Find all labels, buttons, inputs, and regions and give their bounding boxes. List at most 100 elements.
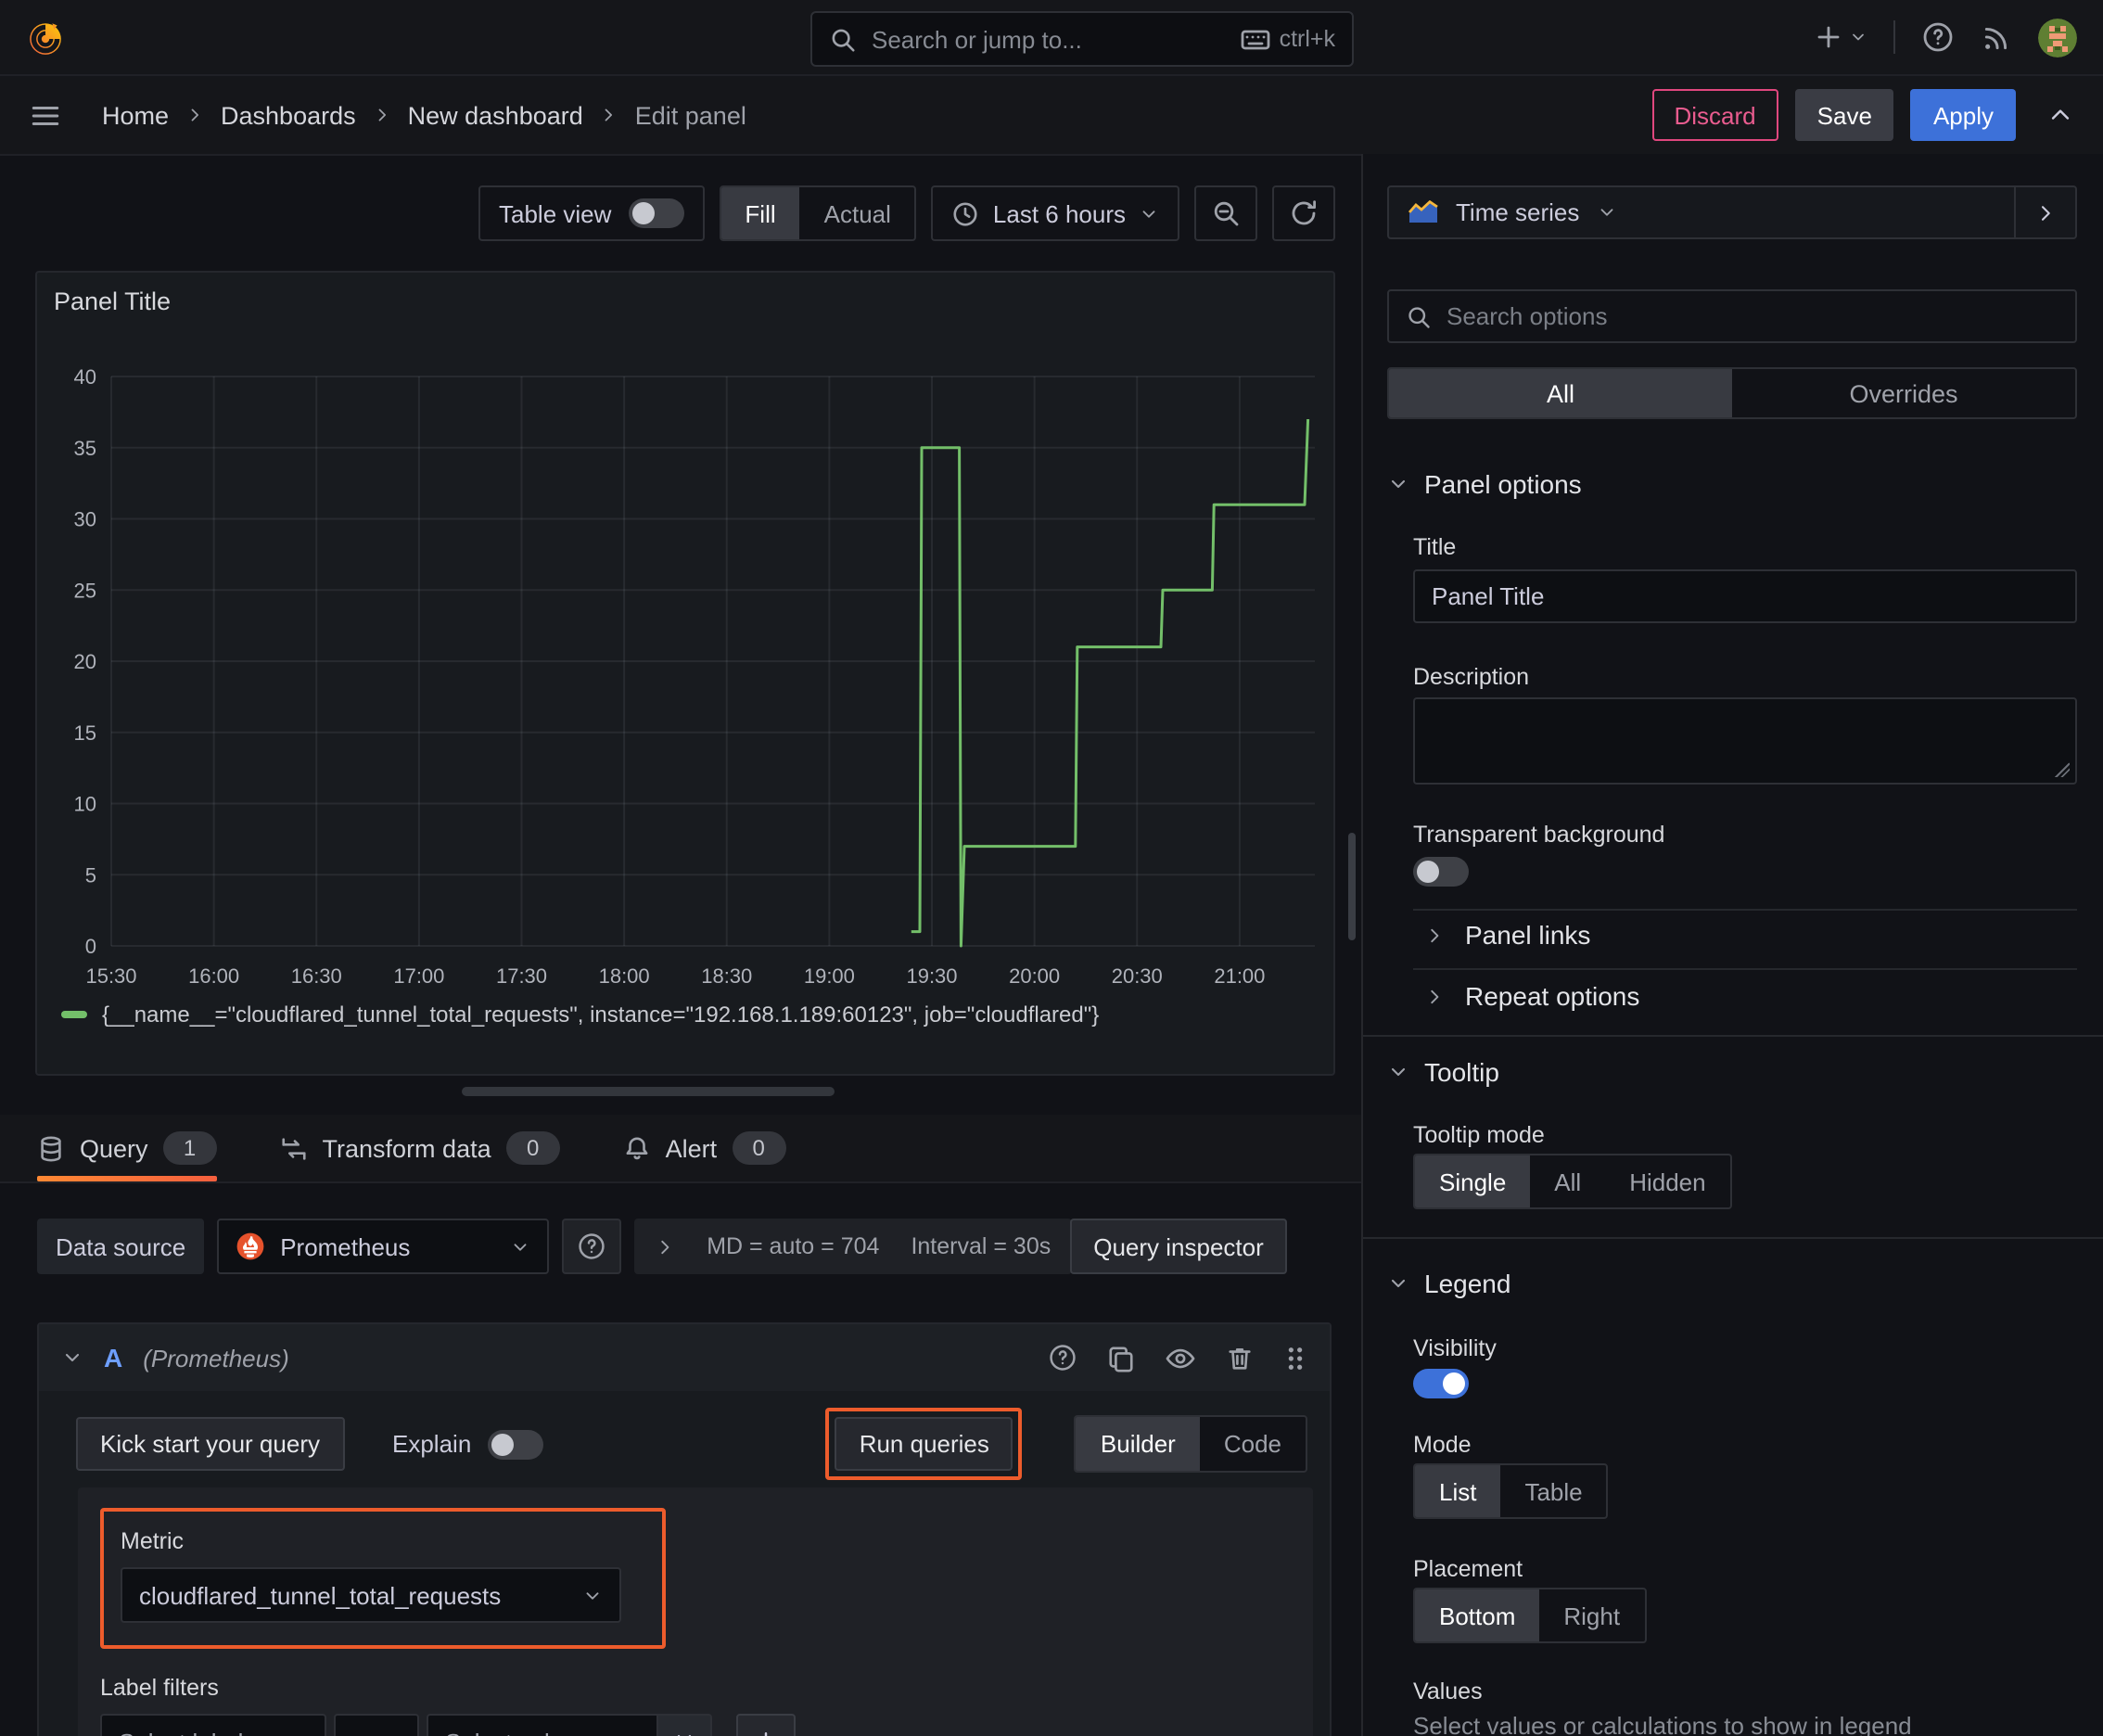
delete-query-trash-icon[interactable]: [1226, 1344, 1254, 1372]
tooltip-mode-single[interactable]: Single: [1415, 1155, 1531, 1207]
toggle-visibility-eye-icon[interactable]: [1165, 1344, 1196, 1372]
legend-placement-bottom[interactable]: Bottom: [1415, 1589, 1540, 1641]
chevron-right-icon: [1431, 927, 1439, 942]
legend-mode-list[interactable]: List: [1415, 1465, 1501, 1517]
select-value-placeholder: Select value: [445, 1728, 577, 1736]
svg-text:18:00: 18:00: [599, 964, 650, 988]
mega-menu-button[interactable]: [30, 99, 61, 131]
add-filter-button[interactable]: [736, 1714, 796, 1736]
news-button[interactable]: [1981, 21, 2012, 53]
svg-text:17:00: 17:00: [393, 964, 444, 988]
breadcrumb-home[interactable]: Home: [102, 101, 169, 129]
query-inspector-button[interactable]: Query inspector: [1069, 1219, 1288, 1274]
run-queries-button[interactable]: Run queries: [835, 1417, 1013, 1471]
zoom-out-button[interactable]: [1194, 185, 1257, 241]
tooltip-mode-hidden[interactable]: Hidden: [1605, 1155, 1729, 1207]
legend-mode-table[interactable]: Table: [1500, 1465, 1606, 1517]
discard-button[interactable]: Discard: [1651, 89, 1778, 141]
tab-all[interactable]: All: [1389, 369, 1732, 417]
svg-text:20:00: 20:00: [1009, 964, 1060, 988]
select-label-dropdown[interactable]: Select label: [100, 1714, 326, 1736]
save-button[interactable]: Save: [1794, 89, 1894, 141]
apply-button[interactable]: Apply: [1910, 89, 2016, 141]
tab-alert[interactable]: Alert 0: [623, 1115, 786, 1181]
legend-placement-right[interactable]: Right: [1539, 1589, 1644, 1641]
toggle-viz-suggestions-button[interactable]: [2016, 185, 2077, 239]
repeat-options-section[interactable]: Repeat options: [1424, 981, 2077, 1011]
divider: [1413, 909, 2077, 911]
chevron-down-icon: [619, 1731, 640, 1736]
breadcrumb-new-dashboard[interactable]: New dashboard: [408, 101, 583, 129]
tab-transform-data[interactable]: Transform data 0: [280, 1115, 560, 1181]
tooltip-header[interactable]: Tooltip: [1387, 1057, 2077, 1087]
actual-option[interactable]: Actual: [800, 187, 915, 239]
builder-option[interactable]: Builder: [1076, 1417, 1200, 1471]
query-help-icon[interactable]: [1048, 1343, 1077, 1372]
legend-placement-segmented: Bottom Right: [1413, 1588, 1647, 1643]
chart-panel[interactable]: Panel Title 0 5 10 15 20 25 30 35 40 15:30 16:00 16…: [35, 271, 1335, 1076]
datasource-picker[interactable]: Prometheus: [217, 1219, 550, 1274]
collapse-options-button[interactable]: [2047, 102, 2073, 128]
grafana-logo-icon[interactable]: [26, 18, 65, 57]
refresh-icon: [1292, 200, 1316, 225]
tab-overrides[interactable]: Overrides: [1732, 369, 2075, 417]
query-tabs: Query 1 Transform data 0 Alert 0: [0, 1115, 1361, 1183]
svg-text:35: 35: [74, 437, 96, 460]
code-option[interactable]: Code: [1200, 1417, 1306, 1471]
panel-links-section[interactable]: Panel links: [1424, 920, 2077, 950]
chevron-right-icon: [600, 106, 618, 124]
time-range-picker[interactable]: Last 6 hours: [931, 185, 1179, 241]
table-view-toggle[interactable]: Table view: [478, 185, 705, 241]
panel-options-header[interactable]: Panel options: [1387, 469, 2077, 499]
divider: [1413, 968, 2077, 970]
plus-icon: [1817, 26, 1840, 48]
explain-switch[interactable]: [488, 1429, 544, 1459]
metric-annotation: Metric cloudflared_tunnel_total_requests: [100, 1508, 666, 1649]
close-icon: [677, 1734, 692, 1736]
description-textarea[interactable]: [1413, 697, 2077, 785]
drag-handle-icon[interactable]: [1283, 1344, 1307, 1372]
breadcrumb-dashboards[interactable]: Dashboards: [221, 101, 356, 129]
svg-text:10: 10: [74, 793, 96, 816]
chart-svg: 0 5 10 15 20 25 30 35 40 15:30 16:00 16:30 17:00 17:3…: [74, 365, 1315, 988]
user-avatar[interactable]: [2038, 18, 2077, 57]
remove-filter-button[interactable]: [658, 1714, 712, 1736]
transparent-background-switch[interactable]: [1413, 857, 1469, 887]
tooltip-mode-all[interactable]: All: [1530, 1155, 1605, 1207]
transform-icon: [281, 1137, 306, 1159]
chevron-down-icon: [1853, 33, 1864, 41]
legend-series-label[interactable]: {__name__="cloudflared_tunnel_total_requ…: [102, 1002, 1099, 1028]
legend-swatch[interactable]: [61, 1011, 87, 1018]
resize-handle[interactable]: [462, 1087, 835, 1096]
section-divider: [1363, 1237, 2103, 1239]
help-button[interactable]: [1921, 20, 1955, 54]
svg-text:15: 15: [74, 721, 96, 745]
tooltip-mode-segmented: Single All Hidden: [1413, 1154, 1732, 1209]
legend-header[interactable]: Legend: [1387, 1269, 2077, 1298]
legend-visibility-switch[interactable]: [1413, 1369, 1469, 1398]
datasource-help-button[interactable]: [562, 1219, 622, 1274]
legend-values-label: Values: [1413, 1679, 1483, 1704]
resize-corner-icon[interactable]: [2055, 762, 2070, 777]
legend-mode-label: Mode: [1413, 1432, 1472, 1458]
transparent-background-label: Transparent background: [1413, 822, 1665, 848]
search-options-input[interactable]: Search options: [1387, 289, 2077, 343]
tab-query[interactable]: Query 1: [37, 1115, 217, 1181]
add-new-button[interactable]: [1814, 22, 1867, 52]
visualization-picker[interactable]: Time series: [1387, 185, 2016, 239]
operator-dropdown[interactable]: =: [334, 1714, 419, 1736]
tooltip-mode-label: Tooltip mode: [1413, 1122, 1545, 1148]
query-row-header[interactable]: A (Prometheus): [39, 1324, 1330, 1391]
metric-select[interactable]: cloudflared_tunnel_total_requests: [121, 1567, 621, 1623]
fill-option[interactable]: Fill: [720, 187, 800, 239]
select-value-dropdown[interactable]: Select value: [427, 1714, 658, 1736]
table-view-switch[interactable]: [628, 198, 684, 228]
kick-start-query-button[interactable]: Kick start your query: [76, 1417, 344, 1471]
svg-text:20: 20: [74, 650, 96, 673]
search-input[interactable]: Search or jump to... ctrl+k: [810, 11, 1354, 67]
refresh-button[interactable]: [1272, 185, 1335, 241]
scrollbar-thumb[interactable]: [1348, 833, 1356, 940]
explain-toggle[interactable]: Explain: [392, 1429, 544, 1459]
duplicate-query-icon[interactable]: [1107, 1344, 1135, 1372]
panel-title-input[interactable]: Panel Title: [1413, 569, 2077, 623]
